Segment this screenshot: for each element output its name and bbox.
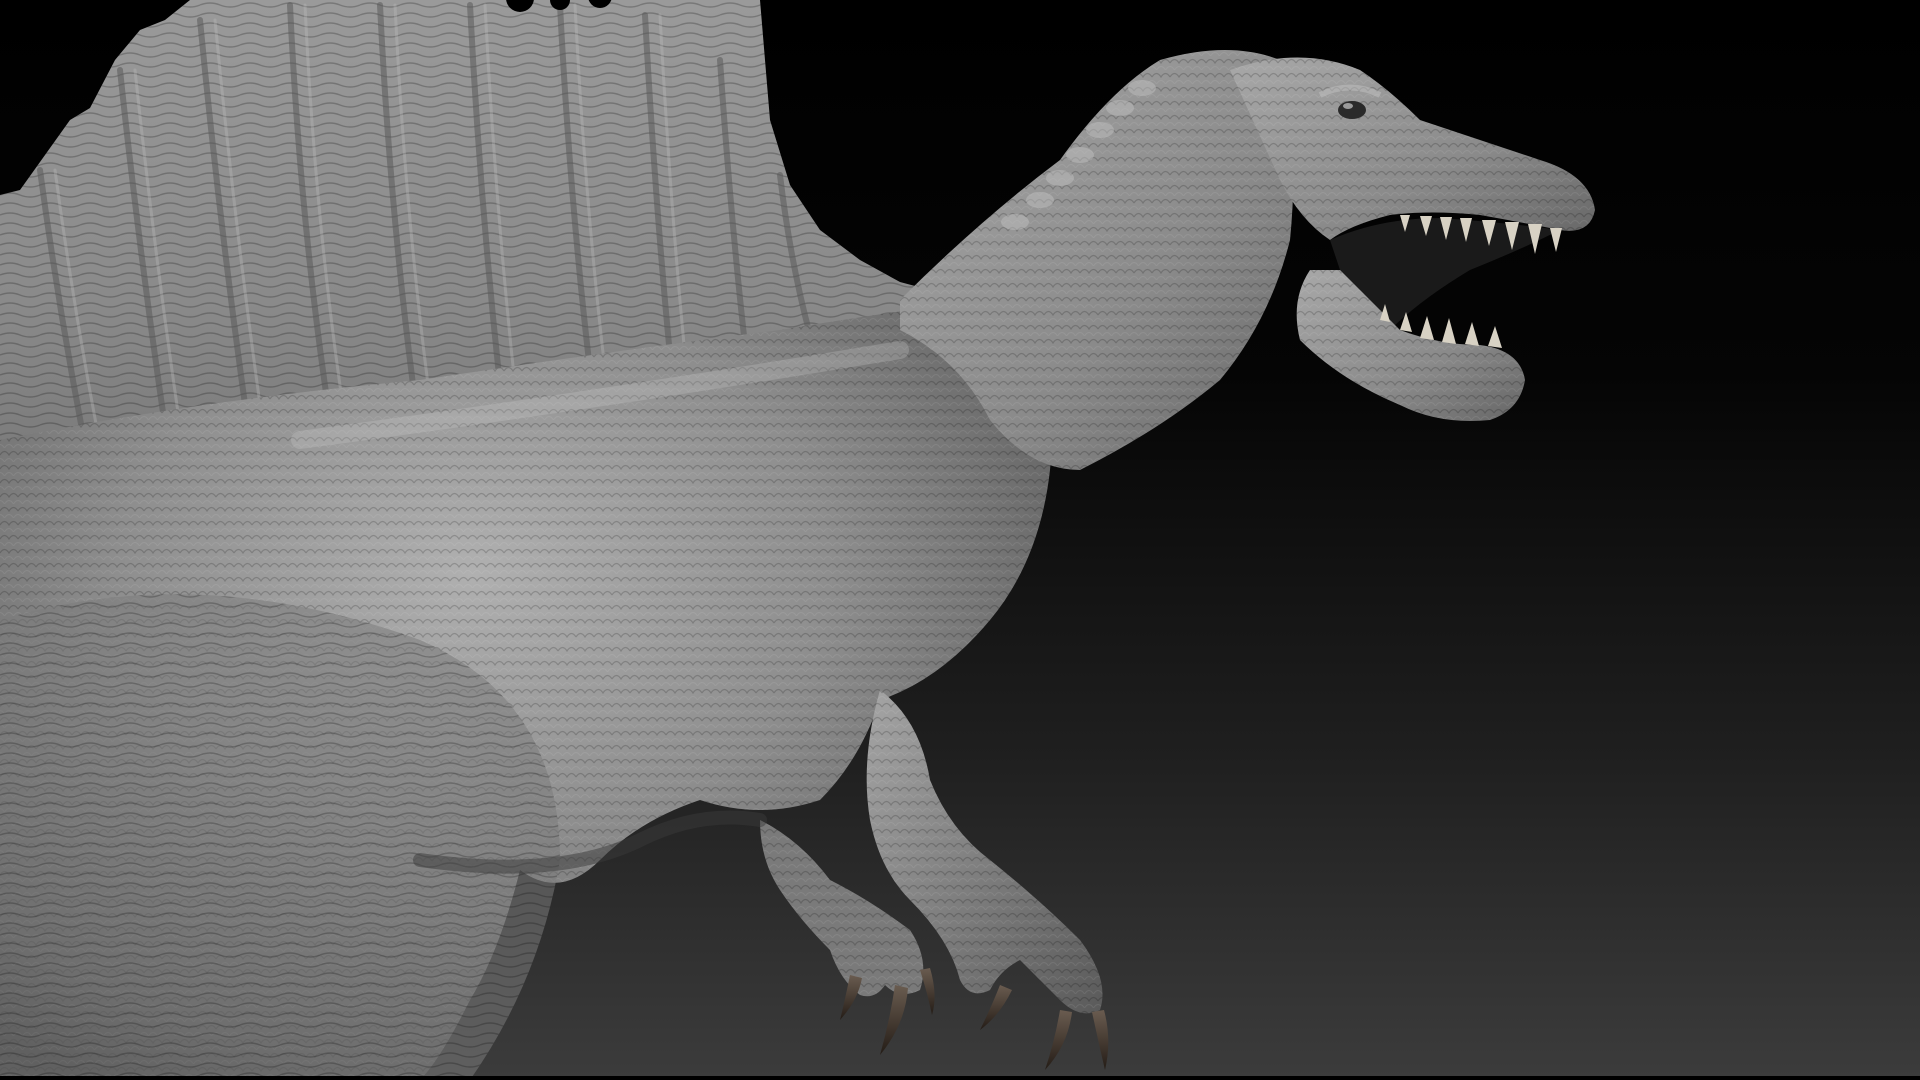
sculpt-viewport [0,0,1920,1080]
sculpt-render [0,0,1920,1080]
eye [1338,101,1366,119]
bottom-bar [0,1076,1920,1080]
